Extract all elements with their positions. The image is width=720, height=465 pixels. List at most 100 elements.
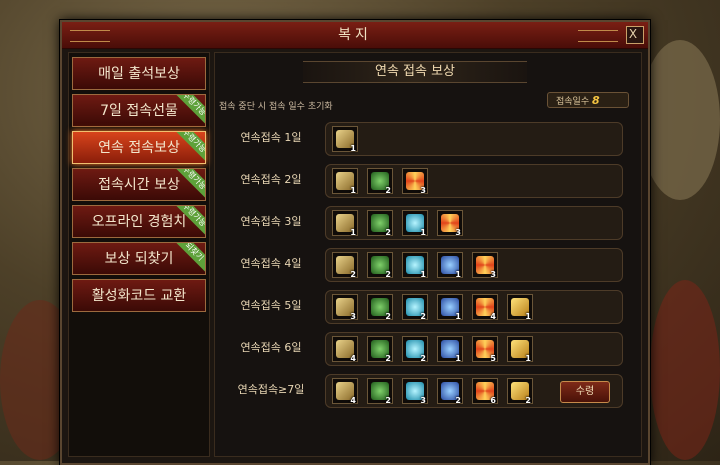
item-count: 2 (385, 228, 391, 237)
reward-item-slot[interactable]: 5 (472, 336, 498, 363)
item-count: 1 (350, 228, 356, 237)
item-count: 1 (420, 270, 426, 279)
item-count: 2 (350, 270, 356, 279)
item-count: 2 (385, 396, 391, 405)
reward-item-slot[interactable]: 3 (332, 294, 358, 321)
item-count: 6 (490, 396, 496, 405)
item-count: 3 (420, 396, 426, 405)
panel-heading: 연속 접속 보상 (303, 61, 527, 83)
reward-row: 연속접속 4일 2 2 1 1 3 (219, 247, 623, 282)
reward-item-slot[interactable]: 2 (367, 168, 393, 195)
item-count: 1 (455, 354, 461, 363)
reset-notice: 접속 중단 시 접속 일수 초기화 (219, 102, 333, 112)
reward-item-slot[interactable]: 4 (332, 378, 358, 405)
reward-item-slot[interactable]: 2 (402, 336, 428, 363)
reward-items-frame: 4 2 3 2 6 2 수령 (325, 374, 623, 408)
item-count: 3 (490, 270, 496, 279)
item-count: 4 (350, 354, 356, 363)
item-count: 1 (525, 312, 531, 321)
menu-button-6[interactable]: 활성화코드 교환 (72, 279, 206, 312)
reward-item-slot[interactable]: 2 (507, 378, 533, 405)
reward-item-slot[interactable]: 1 (402, 252, 428, 279)
reward-item-slot[interactable]: 1 (437, 336, 463, 363)
reward-item-slot[interactable]: 1 (332, 210, 358, 237)
reward-item-slot[interactable]: 1 (332, 168, 358, 195)
reward-item-slot[interactable]: 2 (367, 336, 393, 363)
reward-row: 연속접속 2일 1 2 3 (219, 163, 623, 198)
reward-row: 연속접속 1일 1 (219, 121, 623, 156)
reward-item-slot[interactable]: 3 (437, 210, 463, 237)
reward-item-slot[interactable]: 3 (402, 168, 428, 195)
claimable-badge: 수령가능 (173, 95, 205, 125)
menu-button-1[interactable]: 7일 접속선물 수령가능 (72, 94, 206, 127)
reward-item-slot[interactable]: 2 (367, 294, 393, 321)
login-days-counter: 접속일수 8 (547, 92, 629, 108)
reward-item-slot[interactable]: 2 (402, 294, 428, 321)
reward-item-slot[interactable]: 1 (507, 336, 533, 363)
item-count: 1 (455, 312, 461, 321)
menu-label: 연속 접속보상 (98, 140, 180, 156)
reward-item-slot[interactable]: 4 (472, 294, 498, 321)
item-count: 1 (455, 270, 461, 279)
menu-label: 오프라인 경험치 (91, 214, 187, 230)
item-count: 2 (385, 186, 391, 195)
reward-item-slot[interactable]: 4 (332, 336, 358, 363)
reward-item-slot[interactable]: 1 (332, 126, 358, 153)
reward-items-frame: 1 2 1 3 (325, 206, 623, 240)
reward-item-slot[interactable]: 2 (332, 252, 358, 279)
close-icon[interactable]: X (626, 26, 644, 44)
login-days-label: 접속일수 (556, 97, 590, 107)
window-title: 복지 (338, 27, 372, 43)
reward-item-slot[interactable]: 2 (367, 210, 393, 237)
title-ornament (578, 30, 618, 42)
item-count: 2 (420, 312, 426, 321)
reward-item-slot[interactable]: 3 (472, 252, 498, 279)
reward-item-slot[interactable]: 2 (367, 378, 393, 405)
menu-label: 접속시간 보상 (98, 177, 180, 193)
reward-items-frame: 3 2 2 1 4 1 (325, 290, 623, 324)
reward-item-slot[interactable]: 1 (437, 252, 463, 279)
claim-button[interactable]: 수령 (560, 381, 610, 403)
menu-button-5[interactable]: 보상 되찾기 되찾기 (72, 242, 206, 275)
reward-row: 연속접속≥7일 4 2 3 2 6 2 수령 (219, 373, 623, 408)
reward-item-slot[interactable]: 2 (437, 378, 463, 405)
reward-panel: 연속 접속 보상 접속 중단 시 접속 일수 초기화 접속일수 8 연속접속 1… (214, 52, 642, 457)
menu-button-0[interactable]: 매일 출석보상 (72, 57, 206, 90)
menu-label: 매일 출석보상 (98, 66, 180, 82)
reward-day-label: 연속접속 5일 (240, 299, 302, 312)
title-ornament (70, 30, 110, 42)
menu-button-3[interactable]: 접속시간 보상 수령가능 (72, 168, 206, 201)
item-count: 3 (420, 186, 426, 195)
reward-day-label: 연속접속 3일 (240, 215, 302, 228)
reward-day-label: 연속접속≥7일 (237, 383, 305, 396)
reward-day-label: 연속접속 2일 (240, 173, 302, 186)
item-count: 2 (385, 354, 391, 363)
reward-items-frame: 4 2 2 1 5 1 (325, 332, 623, 366)
reward-day-label: 연속접속 4일 (240, 257, 302, 270)
item-count: 3 (455, 228, 461, 237)
reward-items-frame: 1 (325, 122, 623, 156)
reward-item-slot[interactable]: 6 (472, 378, 498, 405)
item-count: 1 (350, 144, 356, 153)
item-count: 1 (420, 228, 426, 237)
reward-item-slot[interactable]: 2 (367, 252, 393, 279)
reward-item-slot[interactable]: 1 (402, 210, 428, 237)
reward-row: 연속접속 5일 3 2 2 1 4 1 (219, 289, 623, 324)
item-count: 2 (385, 312, 391, 321)
reward-row: 연속접속 6일 4 2 2 1 5 1 (219, 331, 623, 366)
item-count: 2 (455, 396, 461, 405)
reward-item-slot[interactable]: 1 (507, 294, 533, 321)
reward-item-slot[interactable]: 1 (437, 294, 463, 321)
background-scene (650, 280, 720, 460)
window-titlebar[interactable]: 복지 X (62, 22, 648, 49)
menu-button-4[interactable]: 오프라인 경험치 수령가능 (72, 205, 206, 238)
item-count: 3 (350, 312, 356, 321)
item-count: 4 (350, 396, 356, 405)
menu-button-2[interactable]: 연속 접속보상 수령가능 (72, 131, 206, 164)
reward-day-label: 연속접속 6일 (240, 341, 302, 354)
reward-day-label: 연속접속 1일 (240, 131, 302, 144)
menu-label: 7일 접속선물 (100, 103, 178, 119)
reward-item-slot[interactable]: 3 (402, 378, 428, 405)
menu-label: 보상 되찾기 (104, 251, 174, 267)
sidebar-menu: 매일 출석보상 7일 접속선물 수령가능 연속 접속보상 수령가능 접속시간 보상 수령가능… (68, 52, 210, 457)
